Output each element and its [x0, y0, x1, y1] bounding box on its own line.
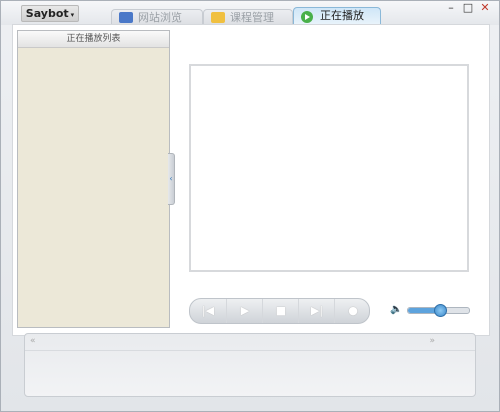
tab-now-playing[interactable]: 正在播放: [293, 7, 381, 25]
chevron-down-icon: ▾: [70, 11, 75, 19]
play-button[interactable]: ▶: [226, 299, 263, 323]
previous-button[interactable]: |◀: [190, 299, 226, 323]
tab-label: 网站浏览: [138, 11, 182, 24]
folder-icon: [211, 12, 225, 23]
bottom-panel: « »: [24, 333, 476, 397]
close-icon[interactable]: ✕: [478, 2, 492, 14]
stop-button[interactable]: ■: [262, 299, 299, 323]
tab-label: 正在播放: [320, 9, 364, 22]
video-display: [189, 64, 469, 272]
scroll-strip: « »: [25, 334, 475, 351]
minimize-icon[interactable]: –: [444, 2, 458, 14]
speaker-icon[interactable]: 🔈: [390, 304, 402, 316]
app-menu-label: Saybot: [25, 7, 69, 20]
tab-course-manage[interactable]: 课程管理: [203, 9, 293, 25]
tab-web-browse[interactable]: 网站浏览: [111, 9, 203, 25]
record-button[interactable]: ●: [334, 299, 371, 323]
playlist-title: 正在播放列表: [18, 31, 169, 48]
next-button[interactable]: ▶|: [298, 299, 335, 323]
chevron-left-icon: ‹: [169, 174, 173, 183]
volume-slider[interactable]: [407, 304, 470, 317]
title-bar: Saybot ▾ 网站浏览 课程管理 正在播放 – □ ✕: [1, 1, 499, 25]
computer-icon: [119, 12, 133, 23]
collapse-handle[interactable]: ‹: [168, 153, 175, 205]
app-menu-button[interactable]: Saybot ▾: [21, 5, 79, 22]
player-controls: |◀ ▶ ■ ▶| ●: [189, 298, 370, 324]
scroll-left-icon[interactable]: «: [30, 336, 36, 346]
playlist-panel[interactable]: 正在播放列表: [17, 30, 170, 328]
scroll-right-icon[interactable]: »: [429, 336, 435, 346]
volume-knob[interactable]: [433, 304, 447, 317]
play-circle-icon: [301, 11, 313, 23]
tab-label: 课程管理: [230, 11, 274, 24]
maximize-icon[interactable]: □: [461, 2, 475, 14]
